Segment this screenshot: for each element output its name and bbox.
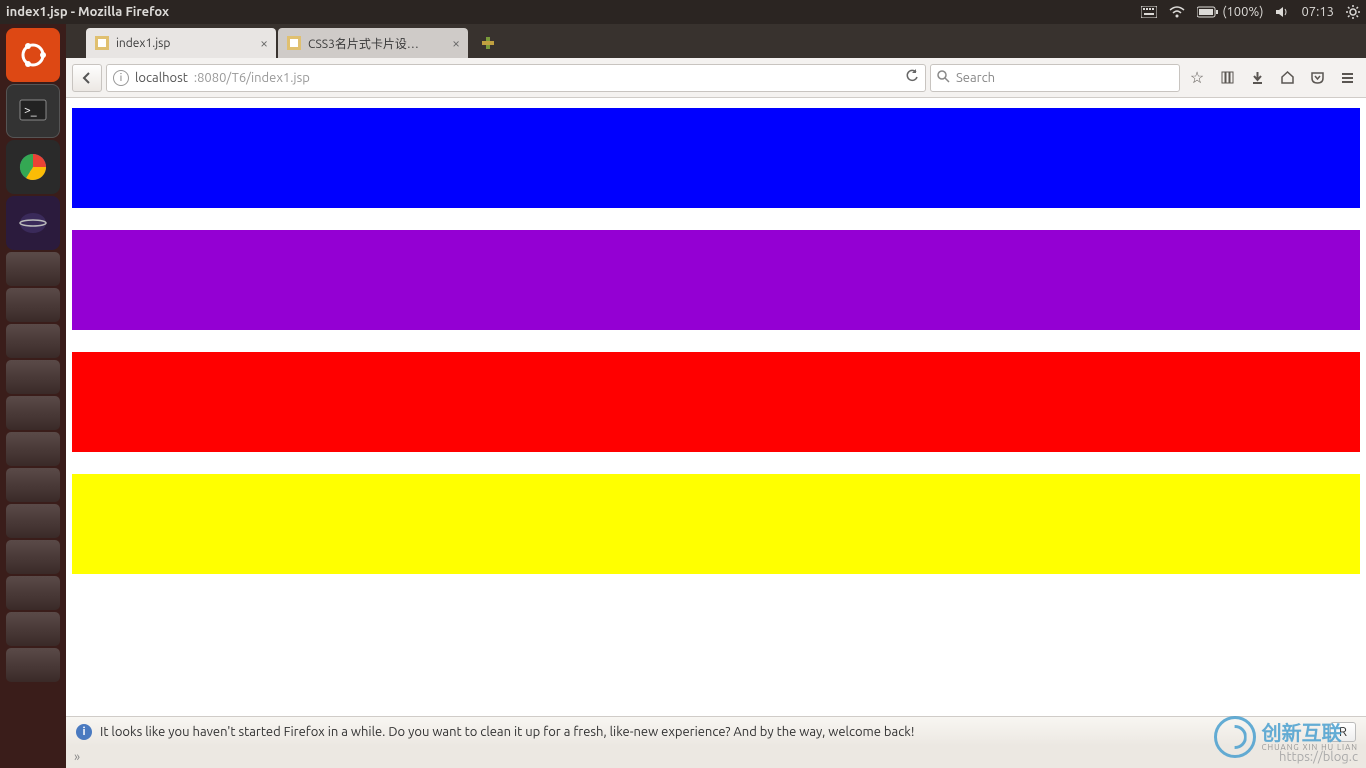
tab-active[interactable]: index1.jsp × bbox=[86, 28, 276, 58]
tab-inactive[interactable]: CSS3名片式卡片设… × bbox=[278, 28, 468, 58]
launcher-app[interactable] bbox=[6, 324, 60, 358]
launcher-terminal[interactable]: >_ bbox=[6, 84, 60, 138]
volume-icon[interactable] bbox=[1275, 6, 1289, 18]
home-icon[interactable] bbox=[1274, 65, 1300, 91]
url-host: localhost bbox=[135, 71, 188, 85]
downloads-icon[interactable] bbox=[1244, 65, 1270, 91]
launcher-app[interactable] bbox=[6, 252, 60, 286]
color-bar-red bbox=[72, 352, 1360, 452]
back-button[interactable] bbox=[72, 64, 102, 92]
menu-icon[interactable] bbox=[1334, 65, 1360, 91]
gear-icon[interactable] bbox=[1346, 5, 1360, 19]
tab-label: CSS3名片式卡片设… bbox=[308, 35, 446, 52]
color-bar-yellow bbox=[72, 474, 1360, 574]
launcher-app[interactable] bbox=[6, 432, 60, 466]
unity-launcher: >_ bbox=[0, 24, 66, 768]
tab-favicon-icon bbox=[286, 35, 302, 51]
status-url: https://blog.c bbox=[1279, 750, 1358, 764]
site-info-icon[interactable]: i bbox=[113, 70, 129, 86]
url-bar[interactable]: i localhost :8080/T6/index1.jsp bbox=[106, 64, 926, 92]
status-line: » https://blog.c bbox=[66, 746, 1366, 768]
launcher-app[interactable] bbox=[6, 576, 60, 610]
launcher-small-apps bbox=[6, 252, 60, 682]
reload-icon[interactable] bbox=[905, 69, 919, 86]
launcher-app[interactable] bbox=[6, 360, 60, 394]
clock[interactable]: 07:13 bbox=[1301, 5, 1334, 19]
launcher-app[interactable] bbox=[6, 288, 60, 322]
notice-info-icon: i bbox=[76, 724, 92, 740]
search-bar[interactable]: Search bbox=[930, 64, 1180, 92]
launcher-eclipse[interactable] bbox=[6, 196, 60, 250]
tab-close-icon[interactable]: × bbox=[452, 35, 460, 51]
system-menubar: index1.jsp - Mozilla Firefox (100%) 07:1… bbox=[0, 0, 1366, 24]
launcher-app[interactable] bbox=[6, 540, 60, 574]
launcher-app[interactable] bbox=[6, 468, 60, 502]
new-tab-button[interactable] bbox=[474, 31, 502, 55]
notice-action-button[interactable]: R bbox=[1330, 722, 1356, 742]
color-bar-purple bbox=[72, 230, 1360, 330]
notice-text: It looks like you haven't started Firefo… bbox=[100, 725, 914, 739]
color-bar-blue bbox=[72, 108, 1360, 208]
firefox-window: index1.jsp × CSS3名片式卡片设… × i localhost :8… bbox=[66, 24, 1366, 768]
url-path: :8080/T6/index1.jsp bbox=[194, 71, 310, 85]
launcher-app[interactable] bbox=[6, 396, 60, 430]
library-icon[interactable] bbox=[1214, 65, 1240, 91]
launcher-chrome[interactable] bbox=[6, 140, 60, 194]
search-icon bbox=[937, 70, 950, 86]
page-content bbox=[66, 98, 1366, 768]
wifi-icon[interactable] bbox=[1169, 6, 1185, 18]
nav-toolbar: i localhost :8080/T6/index1.jsp Search ☆ bbox=[66, 58, 1366, 98]
pocket-icon[interactable] bbox=[1304, 65, 1330, 91]
launcher-dash[interactable] bbox=[6, 28, 60, 82]
status-chevron-icon[interactable]: » bbox=[74, 750, 80, 764]
tab-favicon-icon bbox=[94, 35, 110, 51]
keyboard-icon[interactable] bbox=[1141, 6, 1157, 18]
tab-label: index1.jsp bbox=[116, 37, 254, 50]
system-indicators: (100%) 07:13 bbox=[1141, 5, 1360, 19]
search-placeholder: Search bbox=[956, 71, 995, 85]
window-title: index1.jsp - Mozilla Firefox bbox=[6, 5, 169, 19]
bookmark-star-icon[interactable]: ☆ bbox=[1184, 65, 1210, 91]
launcher-app[interactable] bbox=[6, 612, 60, 646]
battery-indicator[interactable]: (100%) bbox=[1197, 5, 1263, 19]
svg-text:>_: >_ bbox=[24, 104, 37, 117]
firefox-notice-bar: i It looks like you haven't started Fire… bbox=[66, 716, 1366, 746]
launcher-app[interactable] bbox=[6, 648, 60, 682]
tab-strip: index1.jsp × CSS3名片式卡片设… × bbox=[66, 24, 1366, 58]
tab-close-icon[interactable]: × bbox=[260, 35, 268, 51]
launcher-app[interactable] bbox=[6, 504, 60, 538]
